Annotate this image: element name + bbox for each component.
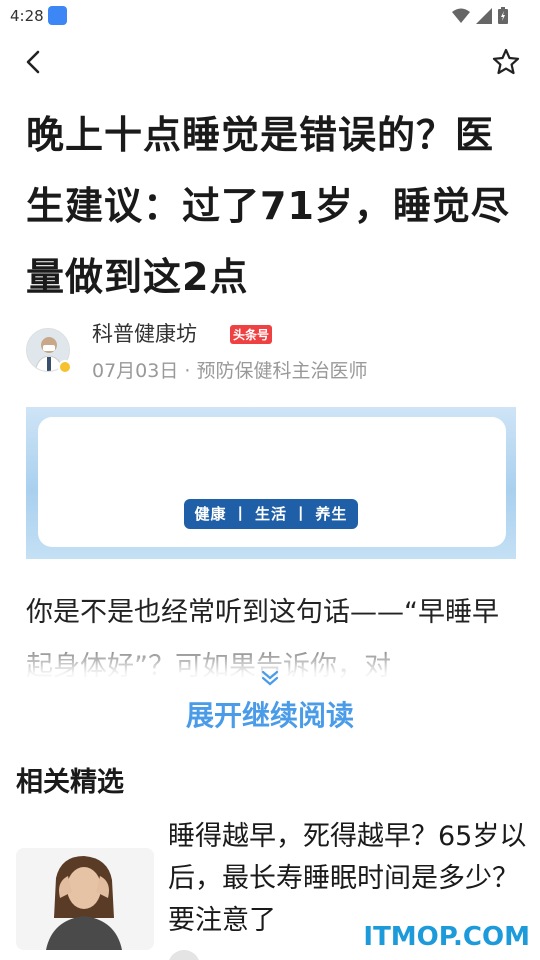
related-author-avatar bbox=[168, 950, 200, 960]
status-time: 4:28 bbox=[10, 7, 44, 25]
expand-button[interactable]: 展开继续阅读 bbox=[0, 694, 540, 734]
status-bar: 4:28 bbox=[0, 0, 540, 32]
status-icons bbox=[452, 7, 508, 24]
watermark: ITMOP.COM bbox=[363, 922, 530, 952]
article-meta: 07月03日 · 预防保健科主治医师 bbox=[92, 360, 368, 382]
author-badge: 头条号 bbox=[230, 325, 273, 344]
verified-badge-icon bbox=[58, 360, 72, 374]
author-name[interactable]: 科普健康坊 bbox=[92, 318, 197, 348]
signal-icon bbox=[476, 7, 492, 24]
battery-icon bbox=[498, 7, 508, 24]
headache-woman-image bbox=[16, 848, 154, 950]
app-notification-icon bbox=[48, 6, 67, 25]
author-info[interactable]: 科普健康坊 头条号 07月03日 · 预防保健科主治医师 bbox=[26, 316, 516, 386]
related-heading: 相关精选 bbox=[16, 767, 124, 798]
article-banner: 健康 丨 生活 丨 养生 bbox=[26, 407, 516, 559]
banner-tag: 健康 丨 生活 丨 养生 bbox=[184, 499, 358, 529]
article-title: 晚上十点睡觉是错误的？医生建议：过了71岁，睡觉尽量做到这2点 bbox=[26, 113, 510, 299]
wifi-icon bbox=[452, 8, 470, 23]
chevron-down-double-icon[interactable] bbox=[258, 669, 282, 687]
related-thumbnail[interactable] bbox=[16, 848, 154, 950]
top-bar bbox=[0, 36, 540, 86]
back-arrow-icon[interactable] bbox=[18, 46, 50, 78]
star-icon[interactable] bbox=[490, 46, 522, 78]
